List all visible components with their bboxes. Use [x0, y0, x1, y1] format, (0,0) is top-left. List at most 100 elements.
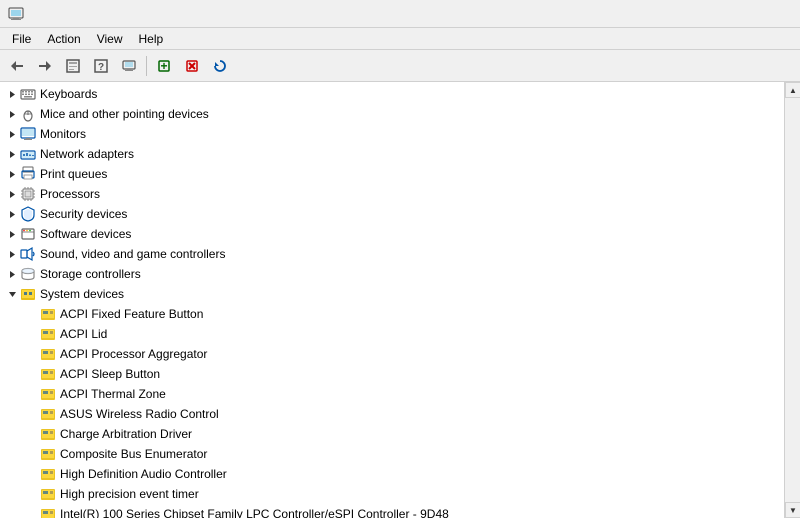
- scrollbar[interactable]: ▲ ▼: [784, 82, 800, 518]
- tree-item-print[interactable]: Print queues: [0, 164, 784, 184]
- minimize-button[interactable]: [654, 0, 700, 28]
- label-acpi-sb: ACPI Sleep Button: [60, 367, 160, 381]
- icon-acpi-ffb: [40, 306, 56, 322]
- label-keyboards: Keyboards: [40, 87, 97, 101]
- tree-item-mice[interactable]: Mice and other pointing devices: [0, 104, 784, 124]
- toolbar: ? +: [0, 50, 800, 82]
- tree-item-asus-wrc[interactable]: ASUS Wireless Radio Control: [0, 404, 784, 424]
- icon-hpet: [40, 486, 56, 502]
- label-composite-bus: Composite Bus Enumerator: [60, 447, 207, 461]
- label-hpet: High precision event timer: [60, 487, 199, 501]
- label-charge-arb: Charge Arbitration Driver: [60, 427, 192, 441]
- svg-text:+: +: [160, 59, 167, 73]
- tree-item-acpi-pa[interactable]: ACPI Processor Aggregator: [0, 344, 784, 364]
- icon-sound: [20, 246, 36, 262]
- toggle-print[interactable]: [4, 166, 20, 182]
- label-acpi-lid: ACPI Lid: [60, 327, 107, 341]
- tree-item-acpi-tz[interactable]: ACPI Thermal Zone: [0, 384, 784, 404]
- tree-item-charge-arb[interactable]: Charge Arbitration Driver: [0, 424, 784, 444]
- tree-item-hpet[interactable]: High precision event timer: [0, 484, 784, 504]
- scroll-up-arrow[interactable]: ▲: [785, 82, 800, 98]
- scroll-track[interactable]: [785, 98, 800, 502]
- toggle-storage[interactable]: [4, 266, 20, 282]
- scroll-down-arrow[interactable]: ▼: [785, 502, 800, 518]
- tree-item-system[interactable]: System devices: [0, 284, 784, 304]
- icon-acpi-lid: [40, 326, 56, 342]
- tree-item-acpi-lid[interactable]: ACPI Lid: [0, 324, 784, 344]
- label-security: Security devices: [40, 207, 127, 221]
- tree-item-hda-ctrl[interactable]: High Definition Audio Controller: [0, 464, 784, 484]
- tree-item-sound[interactable]: Sound, video and game controllers: [0, 244, 784, 264]
- display-button[interactable]: [116, 53, 142, 79]
- icon-monitors: [20, 126, 36, 142]
- tree-item-software[interactable]: Software devices: [0, 224, 784, 244]
- icon-composite-bus: [40, 446, 56, 462]
- tree-item-composite-bus[interactable]: Composite Bus Enumerator: [0, 444, 784, 464]
- icon-processors: [20, 186, 36, 202]
- properties-button[interactable]: [60, 53, 86, 79]
- back-button[interactable]: [4, 53, 30, 79]
- label-acpi-ffb: ACPI Fixed Feature Button: [60, 307, 203, 321]
- toggle-monitors[interactable]: [4, 126, 20, 142]
- toggle-mice[interactable]: [4, 106, 20, 122]
- label-mice: Mice and other pointing devices: [40, 107, 209, 121]
- icon-asus-wrc: [40, 406, 56, 422]
- label-sound: Sound, video and game controllers: [40, 247, 225, 261]
- toggle-system[interactable]: [4, 286, 20, 302]
- icon-system: [20, 286, 36, 302]
- label-system: System devices: [40, 287, 124, 301]
- window-controls: [654, 0, 792, 28]
- device-tree[interactable]: Keyboards Mice and other pointing devices…: [0, 82, 784, 518]
- tree-item-intel-lpc[interactable]: Intel(R) 100 Series Chipset Family LPC C…: [0, 504, 784, 518]
- refresh-button[interactable]: [207, 53, 233, 79]
- uninstall-button[interactable]: [179, 53, 205, 79]
- tree-item-acpi-ffb[interactable]: ACPI Fixed Feature Button: [0, 304, 784, 324]
- tree-item-storage[interactable]: Storage controllers: [0, 264, 784, 284]
- tree-item-network[interactable]: Network adapters: [0, 144, 784, 164]
- icon-security: [20, 206, 36, 222]
- label-hda-ctrl: High Definition Audio Controller: [60, 467, 227, 481]
- menu-bar: File Action View Help: [0, 28, 800, 50]
- icon-network: [20, 146, 36, 162]
- icon-mice: [20, 106, 36, 122]
- tree-item-security[interactable]: Security devices: [0, 204, 784, 224]
- label-acpi-tz: ACPI Thermal Zone: [60, 387, 166, 401]
- label-intel-lpc: Intel(R) 100 Series Chipset Family LPC C…: [60, 507, 449, 518]
- icon-acpi-sb: [40, 366, 56, 382]
- icon-storage: [20, 266, 36, 282]
- menu-file[interactable]: File: [4, 30, 39, 48]
- label-print: Print queues: [40, 167, 107, 181]
- tree-item-keyboards[interactable]: Keyboards: [0, 84, 784, 104]
- main-content: Keyboards Mice and other pointing devices…: [0, 82, 800, 518]
- menu-action[interactable]: Action: [39, 30, 88, 48]
- forward-button[interactable]: [32, 53, 58, 79]
- menu-view[interactable]: View: [89, 30, 131, 48]
- label-software: Software devices: [40, 227, 131, 241]
- label-storage: Storage controllers: [40, 267, 141, 281]
- icon-keyboards: [20, 86, 36, 102]
- icon-acpi-pa: [40, 346, 56, 362]
- scan-button[interactable]: +: [151, 53, 177, 79]
- maximize-button[interactable]: [700, 0, 746, 28]
- menu-help[interactable]: Help: [131, 30, 172, 48]
- toggle-network[interactable]: [4, 146, 20, 162]
- tree-item-monitors[interactable]: Monitors: [0, 124, 784, 144]
- svg-text:?: ?: [98, 62, 104, 73]
- label-monitors: Monitors: [40, 127, 86, 141]
- icon-intel-lpc: [40, 506, 56, 518]
- toolbar-separator: [146, 56, 147, 76]
- title-bar: [0, 0, 800, 28]
- toggle-processors[interactable]: [4, 186, 20, 202]
- toggle-security[interactable]: [4, 206, 20, 222]
- toggle-software[interactable]: [4, 226, 20, 242]
- help-button[interactable]: ?: [88, 53, 114, 79]
- icon-software: [20, 226, 36, 242]
- icon-hda-ctrl: [40, 466, 56, 482]
- toggle-sound[interactable]: [4, 246, 20, 262]
- close-button[interactable]: [746, 0, 792, 28]
- tree-item-acpi-sb[interactable]: ACPI Sleep Button: [0, 364, 784, 384]
- label-processors: Processors: [40, 187, 100, 201]
- toggle-keyboards[interactable]: [4, 86, 20, 102]
- label-acpi-pa: ACPI Processor Aggregator: [60, 347, 207, 361]
- tree-item-processors[interactable]: Processors: [0, 184, 784, 204]
